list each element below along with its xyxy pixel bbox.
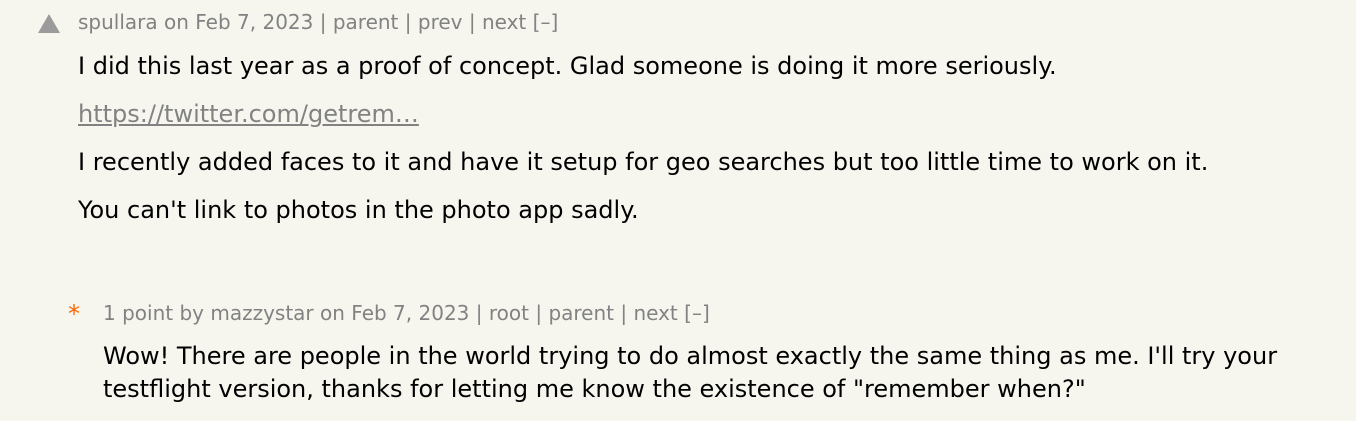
comment-paragraph: I did this last year as a proof of conce… [78, 52, 1057, 80]
parent-link[interactable]: parent [548, 301, 614, 325]
upvote-arrow-icon[interactable] [38, 14, 60, 33]
author-link[interactable]: mazzystar [210, 301, 313, 325]
comment-paragraph: Wow! There are people in the world tryin… [103, 342, 1278, 403]
separator: | [319, 10, 327, 34]
next-link[interactable]: next [482, 10, 526, 34]
prev-link[interactable]: prev [418, 10, 463, 34]
separator: | [620, 301, 628, 325]
author-link[interactable]: spullara [78, 10, 158, 34]
comment-paragraph: You can't link to photos in the photo ap… [78, 196, 639, 224]
separator: | [468, 10, 476, 34]
parent-link[interactable]: parent [333, 10, 399, 34]
twitter-link[interactable]: https://twitter.com/getrem… [78, 100, 419, 128]
comment-paragraph: I recently added faces to it and have it… [78, 148, 1209, 176]
separator: | [535, 301, 543, 325]
separator: | [475, 301, 483, 325]
collapse-toggle[interactable]: [–] [533, 10, 559, 34]
new-comment-star-icon: * [68, 300, 80, 328]
comment-paragraph: https://twitter.com/getrem… [78, 98, 1328, 131]
comment-body: I did this last year as a proof of conce… [78, 50, 1328, 242]
comment-meta: spullara on Feb 7, 2023 | parent | prev … [78, 10, 558, 34]
separator: | [404, 10, 412, 34]
date-link[interactable]: on Feb 7, 2023 [164, 10, 313, 34]
root-link[interactable]: root [489, 301, 529, 325]
next-link[interactable]: next [633, 301, 677, 325]
collapse-toggle[interactable]: [–] [684, 301, 710, 325]
date-link[interactable]: on Feb 7, 2023 [320, 301, 469, 325]
comment-body: Wow! There are people in the world tryin… [103, 340, 1313, 421]
points-label: 1 point [103, 301, 174, 325]
by-label: by [179, 301, 204, 325]
comment-meta: 1 point by mazzystar on Feb 7, 2023 | ro… [103, 301, 710, 325]
